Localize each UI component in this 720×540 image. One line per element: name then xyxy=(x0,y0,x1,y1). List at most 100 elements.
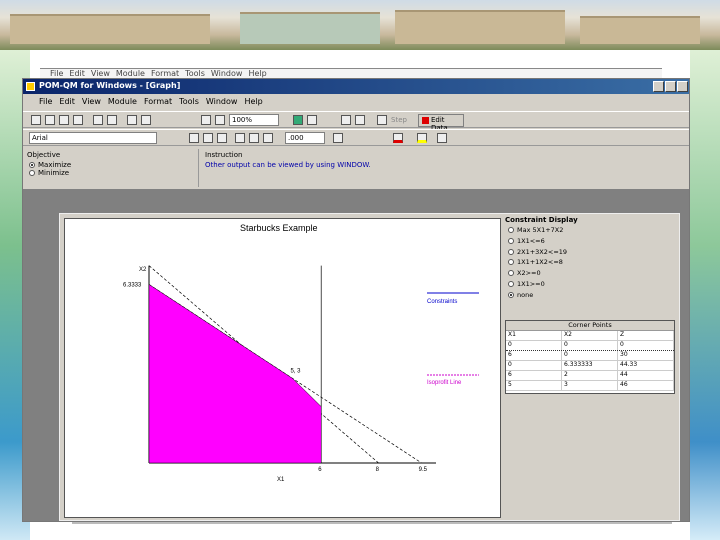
new-icon[interactable] xyxy=(31,115,41,125)
triangle-icon[interactable] xyxy=(307,115,317,125)
corner-point-cell: 6 xyxy=(506,371,562,380)
grid-icon[interactable] xyxy=(127,115,137,125)
copy-icon[interactable] xyxy=(93,115,103,125)
italic-icon[interactable] xyxy=(203,133,213,143)
background-menu-2: View xyxy=(90,69,110,78)
rows-icon[interactable] xyxy=(215,115,225,125)
window-titlebar[interactable]: POM-QM for Windows - [Graph] xyxy=(23,79,689,94)
corner-point-cell: 0 xyxy=(506,361,562,370)
radio-icon[interactable] xyxy=(508,270,514,277)
step-icon[interactable] xyxy=(377,115,387,125)
radio-icon[interactable] xyxy=(508,248,514,255)
pom-qm-window: POM-QM for Windows - [Graph] File Edit Vie… xyxy=(22,78,690,522)
close-button[interactable] xyxy=(677,81,688,92)
corner-point-row[interactable]: 000 xyxy=(506,341,674,351)
background-menu-3: Module xyxy=(115,69,145,78)
y-axis-label: X2 xyxy=(139,267,147,273)
graph-plot-area: 5, 3 9.5 8 6 6.3333 Starbucks Example X1 X2 C… xyxy=(64,218,501,518)
borders-icon[interactable] xyxy=(437,133,447,143)
graph-child-window: 5, 3 9.5 8 6 6.3333 Starbucks Example X1 X2 C… xyxy=(59,213,680,521)
background-menu-1: Edit xyxy=(69,69,85,78)
menu-window[interactable]: Window xyxy=(206,97,238,106)
corner-point-cell: 3 xyxy=(562,381,618,390)
objective-option-maximize[interactable]: Maximize xyxy=(23,161,198,169)
radio-icon[interactable] xyxy=(508,227,514,233)
save-icon[interactable] xyxy=(59,115,69,125)
constraint-option-label: none xyxy=(517,290,534,299)
menu-view[interactable]: View xyxy=(82,97,101,106)
corner-point-cell: 0 xyxy=(562,341,618,350)
constraint-option-1[interactable]: 1X1<=6 xyxy=(505,237,679,248)
maximize-button[interactable] xyxy=(665,81,676,92)
step-label[interactable]: Step xyxy=(391,116,407,124)
constraint-option-label: X2>=0 xyxy=(517,269,541,278)
print-icon[interactable] xyxy=(73,115,83,125)
corner-point-cell: 46 xyxy=(618,381,674,390)
corner-point-row[interactable]: 0 6.333333 44.33 xyxy=(506,361,674,371)
align-left-icon[interactable] xyxy=(235,133,245,143)
corner-point-cell: 2 xyxy=(562,371,618,380)
corner-point-row[interactable]: 6 0 30 xyxy=(506,351,674,361)
background-menu-4: Format xyxy=(150,69,180,78)
corner-point-row[interactable]: 6 2 44 xyxy=(506,371,674,381)
corner-point-cell: 6 xyxy=(506,351,562,360)
clock-icon[interactable] xyxy=(355,115,365,125)
open-icon[interactable] xyxy=(45,115,55,125)
slide-footer-line xyxy=(72,522,672,524)
constraint-option-6[interactable]: none xyxy=(505,291,679,302)
corner-point-cell: 30 xyxy=(618,351,674,360)
x-tick-label: 6 xyxy=(318,467,322,473)
corner-point-row[interactable]: 5 3 46 xyxy=(506,381,674,391)
corner-points-header: X1 X2 Z xyxy=(506,331,674,341)
radio-icon[interactable] xyxy=(508,237,514,244)
align-right-icon[interactable] xyxy=(263,133,273,143)
constraint-option-2[interactable]: 2X1+3X2<=19 xyxy=(505,248,679,259)
radio-icon[interactable] xyxy=(508,259,514,266)
paste-icon[interactable] xyxy=(107,115,117,125)
font-select[interactable]: Arial xyxy=(29,132,157,144)
legend-isoprofit-label: Isoprofit Line xyxy=(427,380,462,386)
radio-icon[interactable] xyxy=(508,291,514,298)
corner-point-cell: 44 xyxy=(618,371,674,380)
menu-help[interactable]: Help xyxy=(244,97,262,106)
legend-constraints-label: Constraints xyxy=(427,299,457,305)
background-menu-6: Window xyxy=(210,69,243,78)
header-z: Z xyxy=(618,331,674,340)
constraint-option-label: 1X1>=0 xyxy=(517,279,545,288)
mdi-workspace: 5, 3 9.5 8 6 6.3333 Starbucks Example X1 X2 C… xyxy=(23,189,689,521)
background-menu-0: File xyxy=(50,69,64,78)
help-icon[interactable] xyxy=(341,115,351,125)
constraint-option-label: 1X1+1X2<=8 xyxy=(517,258,563,267)
constraint-option-4[interactable]: X2>=0 xyxy=(505,269,679,280)
font-color-icon[interactable] xyxy=(393,133,403,143)
minimize-button[interactable] xyxy=(653,81,664,92)
constraint-option-0[interactable]: Max 5X1+7X2 xyxy=(505,226,679,237)
bold-icon[interactable] xyxy=(189,133,199,143)
radio-icon[interactable] xyxy=(508,280,514,287)
x-tick-label: 9.5 xyxy=(419,467,428,473)
decimal-icon[interactable] xyxy=(333,133,343,143)
menu-tools[interactable]: Tools xyxy=(179,97,199,106)
constraint-option-5[interactable]: 1X1>=0 xyxy=(505,280,679,291)
fill-color-icon[interactable] xyxy=(417,133,427,143)
constraint-display-title: Constraint Display xyxy=(505,216,578,224)
number-format-select[interactable]: .000 xyxy=(285,132,325,144)
corner-point-cell: 0 xyxy=(618,341,674,350)
constraint-option-3[interactable]: 1X1+1X2<=8 xyxy=(505,258,679,269)
table-icon[interactable] xyxy=(141,115,151,125)
objective-option-minimize[interactable]: Minimize xyxy=(23,169,198,177)
standard-toolbar: 100% Step Edit Data xyxy=(23,111,689,132)
edit-data-button[interactable]: Edit Data xyxy=(418,114,464,132)
columns-icon[interactable] xyxy=(201,115,211,125)
campus-banner-image xyxy=(0,0,720,50)
zoom-select[interactable]: 100% xyxy=(229,114,279,126)
align-center-icon[interactable] xyxy=(249,133,259,143)
calculator-icon[interactable] xyxy=(293,115,303,125)
menu-format[interactable]: Format xyxy=(144,97,172,106)
instruction-text: Other output can be viewed by using WIND… xyxy=(205,161,371,169)
menu-edit[interactable]: Edit xyxy=(59,97,75,106)
constraint-option-label: 1X1<=6 xyxy=(517,236,545,245)
menu-module[interactable]: Module xyxy=(108,97,137,106)
menu-file[interactable]: File xyxy=(39,97,52,106)
underline-icon[interactable] xyxy=(217,133,227,143)
